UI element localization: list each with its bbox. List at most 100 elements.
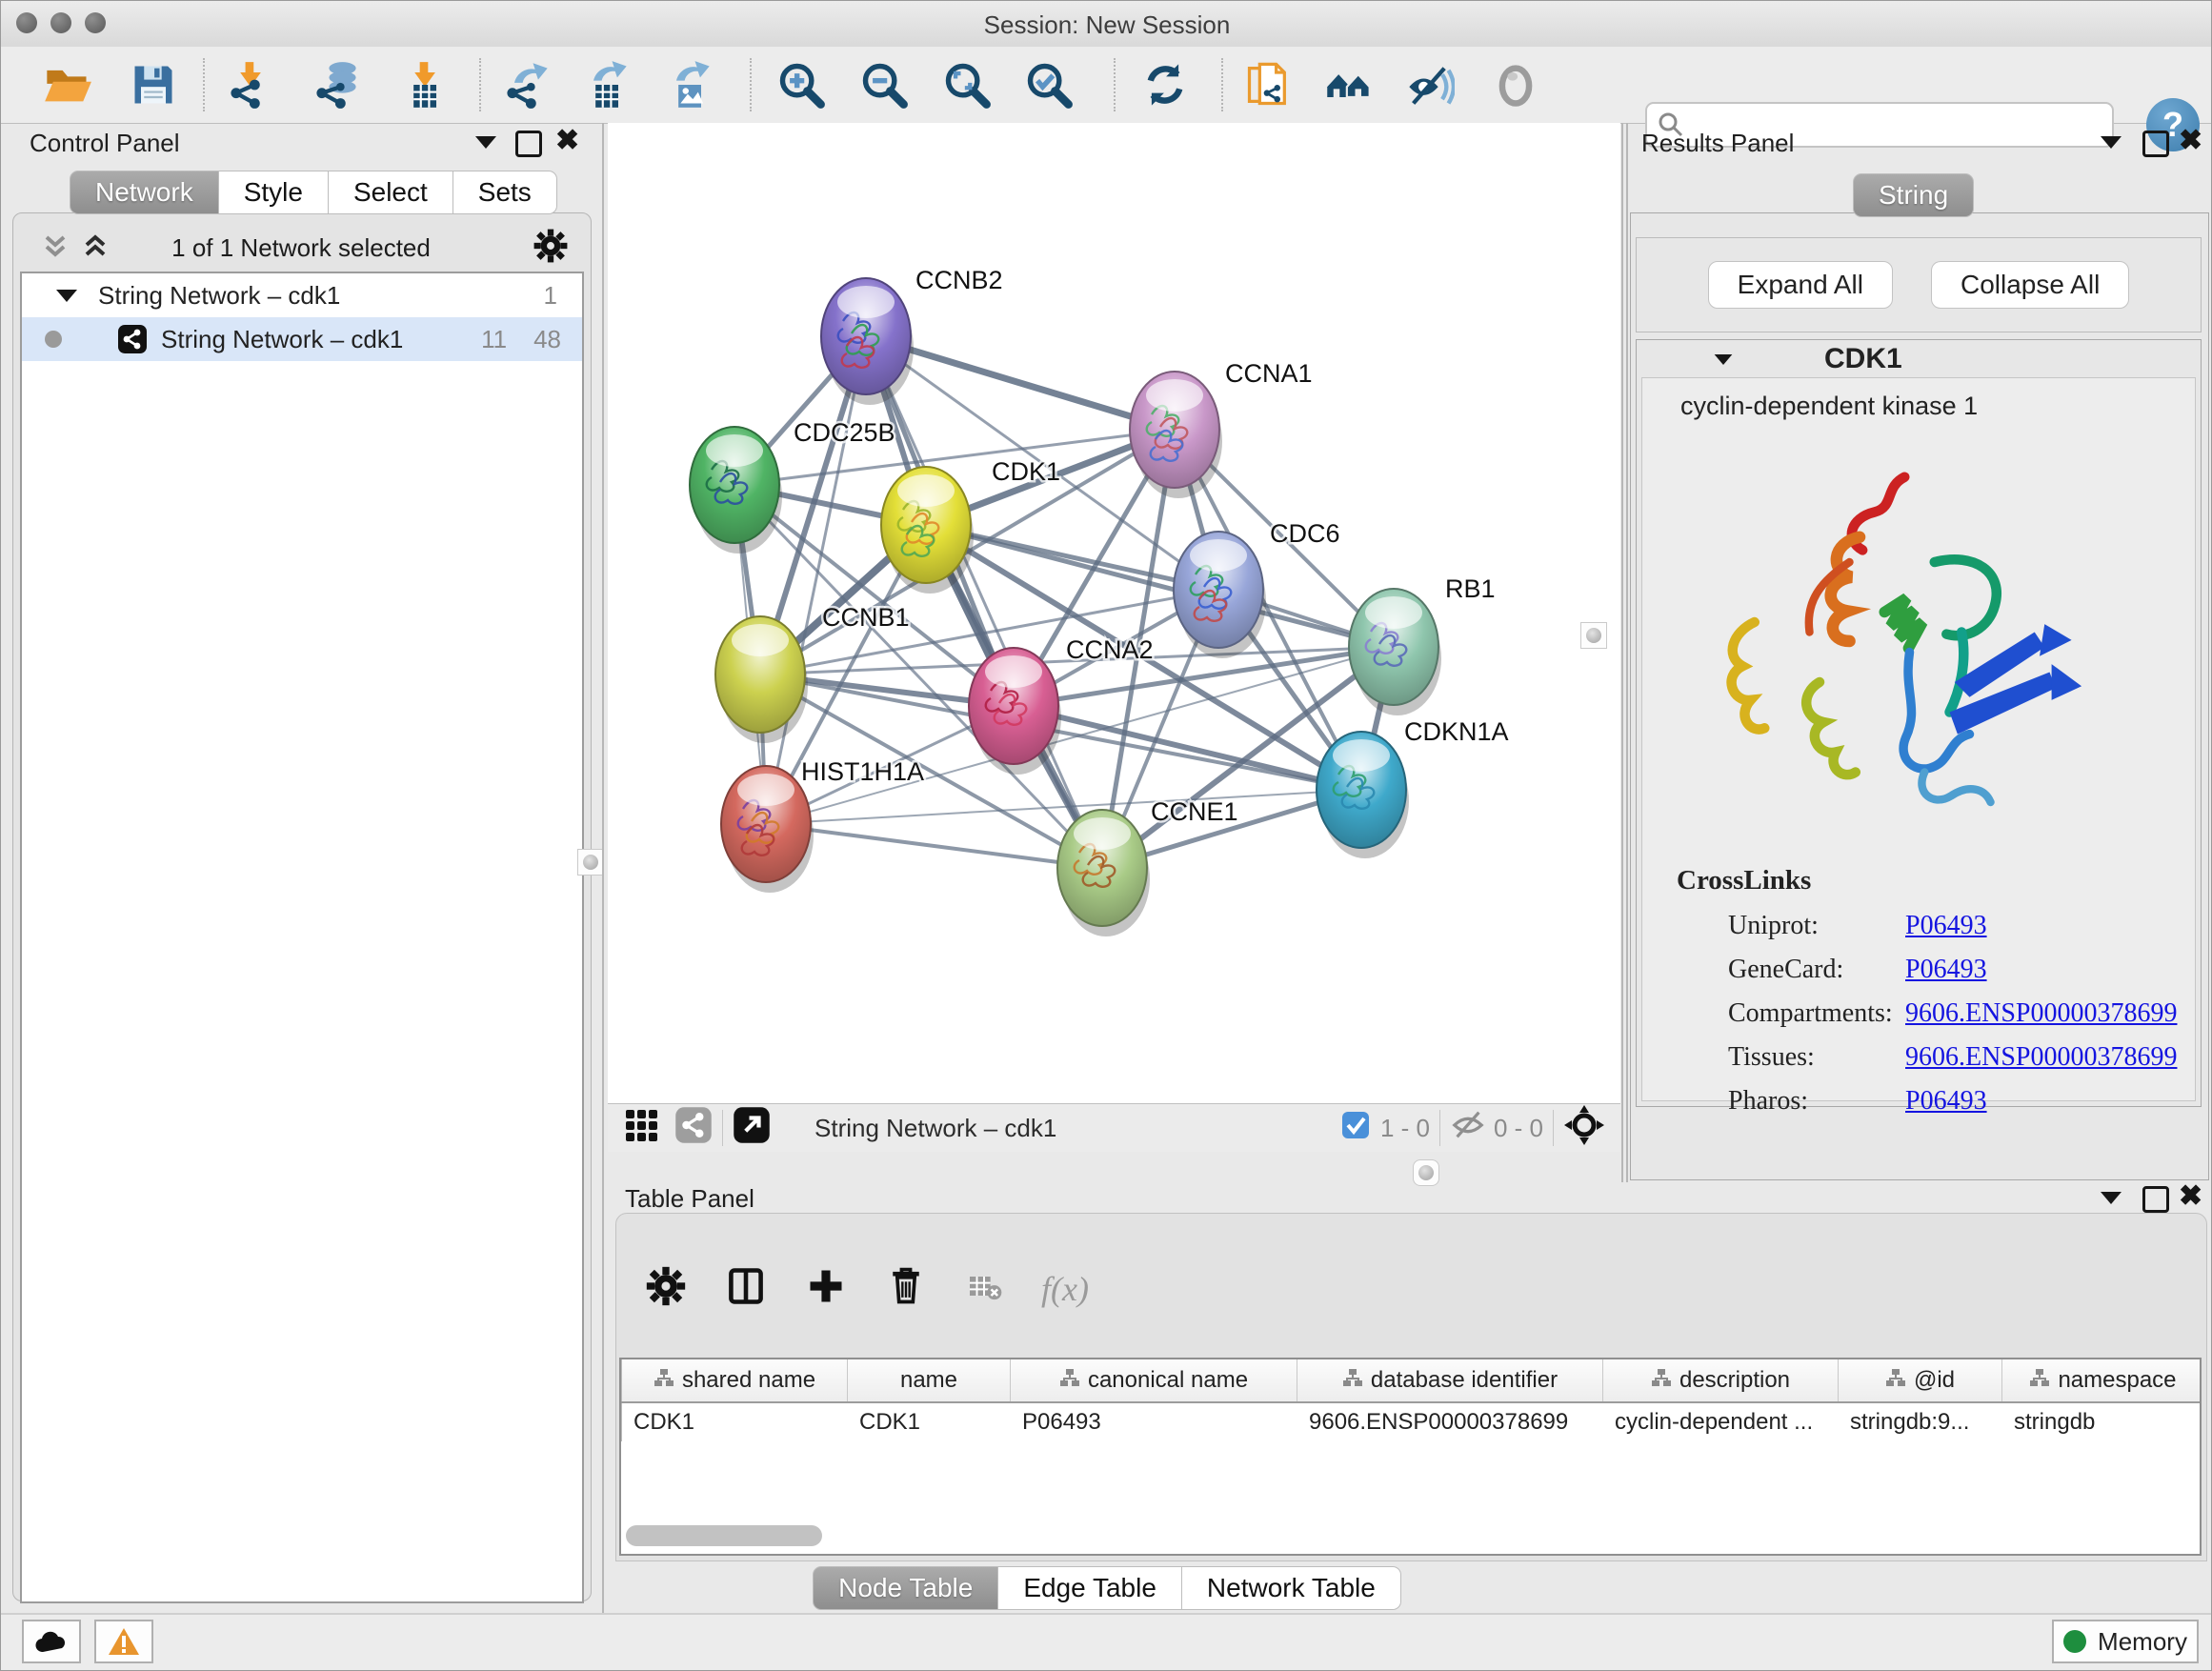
selected-nodes-checkbox[interactable] (1340, 1110, 1371, 1147)
collapse-all-button[interactable]: Collapse All (1931, 261, 2129, 309)
fit-selected-crosshair-icon[interactable] (1563, 1104, 1605, 1153)
tree-expander-icon[interactable] (56, 290, 77, 302)
zoom-out-button[interactable] (855, 56, 913, 113)
node-cdkn1a[interactable]: CDKN1A (1317, 717, 1509, 858)
cell-database-identifier[interactable]: 9606.ENSP00000378699 (1297, 1403, 1603, 1441)
tab-string[interactable]: String (1853, 173, 1974, 217)
network-collection-row[interactable]: String Network – cdk1 1 (22, 273, 582, 317)
column-header-description[interactable]: description (1603, 1359, 1839, 1401)
zoom-fit-button[interactable] (938, 56, 995, 113)
tab-style[interactable]: Style (219, 171, 329, 214)
hidden-eye-icon[interactable] (1450, 1107, 1486, 1150)
clone-network-button[interactable] (1239, 56, 1297, 113)
results-panel-menu-icon[interactable] (2101, 136, 2122, 153)
cloud-status-button[interactable] (22, 1620, 81, 1663)
cell-description[interactable]: cyclin-dependent ... (1603, 1403, 1839, 1441)
cell-canonical-name[interactable]: P06493 (1011, 1403, 1297, 1441)
add-column-icon[interactable] (805, 1265, 847, 1312)
column-header-name[interactable]: name (848, 1359, 1011, 1401)
crosslink-link[interactable]: 9606.ENSP00000378699 (1905, 1042, 2177, 1073)
control-panel-tabs: NetworkStyleSelectSets (70, 171, 557, 214)
delete-column-icon[interactable] (885, 1265, 927, 1312)
export-table-button[interactable] (577, 56, 634, 113)
crosslink-row: Uniprot:P06493 (1642, 904, 2195, 948)
crosslink-link[interactable]: P06493 (1905, 911, 1987, 941)
edge-ccnb2-ccne1[interactable] (866, 336, 1102, 868)
table-hscrollbar-thumb[interactable] (626, 1525, 822, 1546)
birdseye-grid-icon[interactable] (623, 1106, 661, 1151)
hide-selected-button[interactable] (1401, 56, 1458, 113)
open-in-window-icon[interactable] (733, 1106, 771, 1151)
edge-hist1h1a-ccne1[interactable] (766, 824, 1102, 868)
control-panel-float-icon[interactable] (515, 131, 542, 162)
table-settings-gear-icon[interactable] (645, 1265, 687, 1312)
network-tree: String Network – cdk1 1 String Network –… (20, 272, 584, 1603)
edge-ccnb2-hist1h1a[interactable] (766, 336, 866, 824)
node-cdc25b[interactable]: CDC25B (690, 418, 895, 554)
import-network-database-button[interactable] (308, 56, 365, 113)
import-database-icon (312, 60, 361, 110)
expand-all-networks-icon[interactable] (39, 230, 71, 267)
right-splitter-handle[interactable] (1580, 622, 1607, 649)
export-image-icon (664, 60, 714, 110)
import-network-file-button[interactable] (222, 56, 279, 113)
node-ccnb2[interactable]: CCNB2 (821, 266, 1003, 405)
results-panel-close-icon[interactable]: ✖ (2179, 131, 2202, 151)
column-header-namespace[interactable]: namespace (2002, 1359, 2202, 1401)
export-network-button[interactable] (498, 56, 555, 113)
crosslink-link[interactable]: P06493 (1905, 1086, 1987, 1117)
column-header-database-identifier[interactable]: database identifier (1297, 1359, 1603, 1401)
network-share-icon[interactable] (674, 1106, 713, 1151)
crosslink-link[interactable]: 9606.ENSP00000378699 (1905, 998, 2177, 1029)
open-session-button[interactable] (39, 56, 96, 113)
function-builder-icon[interactable]: f(x) (1041, 1269, 1089, 1309)
cell-namespace[interactable]: stringdb (2002, 1403, 2202, 1441)
zoom-selected-button[interactable] (1020, 56, 1077, 113)
export-image-button[interactable] (660, 56, 717, 113)
table-row[interactable]: CDK1CDK1P064939606.ENSP00000378699cyclin… (621, 1403, 2200, 1441)
cell-name[interactable]: CDK1 (848, 1403, 1011, 1441)
control-panel-close-icon[interactable]: ✖ (555, 131, 579, 151)
node-ccna2[interactable]: CCNA2 (969, 635, 1154, 775)
zoom-selected-icon (1024, 60, 1074, 110)
network-options-gear-icon[interactable] (533, 228, 569, 269)
node-label-hist1h1a: HIST1H1A (801, 757, 924, 786)
network-row[interactable]: String Network – cdk1 11 48 (22, 317, 582, 361)
first-neighbors-button[interactable] (1320, 56, 1377, 113)
memory-button[interactable]: Memory (2052, 1620, 2199, 1663)
zoom-in-button[interactable] (773, 56, 830, 113)
node-hist1h1a[interactable]: HIST1H1A (721, 757, 924, 893)
column-header--id[interactable]: @id (1839, 1359, 2002, 1401)
results-panel-float-icon[interactable] (2142, 131, 2169, 162)
show-graphics-button[interactable] (1487, 56, 1544, 113)
import-table-button[interactable] (395, 56, 452, 113)
tab-edge-table[interactable]: Edge Table (998, 1566, 1182, 1610)
tab-network[interactable]: Network (70, 171, 219, 214)
card-collapse-icon[interactable] (1715, 353, 1733, 364)
node-ccne1[interactable]: CCNE1 (1057, 797, 1238, 936)
save-session-button[interactable] (125, 56, 182, 113)
table-panel-menu-icon[interactable] (2101, 1192, 2122, 1209)
node-rb1[interactable]: RB1 (1349, 574, 1496, 715)
control-panel-menu-icon[interactable] (475, 136, 496, 153)
refresh-view-button[interactable] (1136, 56, 1194, 113)
tab-network-table[interactable]: Network Table (1182, 1566, 1401, 1610)
horizontal-splitter-handle[interactable] (1413, 1159, 1439, 1186)
crosslink-link[interactable]: P06493 (1905, 955, 1987, 985)
expand-all-button[interactable]: Expand All (1708, 261, 1893, 309)
tab-node-table[interactable]: Node Table (813, 1566, 998, 1610)
cell--id[interactable]: stringdb:9... (1839, 1403, 2002, 1441)
network-canvas[interactable]: CCNB2CCNA1CDC25BCDK1CDC6RB1CCNB1CCNA2CDK… (608, 123, 1620, 1103)
column-header-canonical-name[interactable]: canonical name (1011, 1359, 1297, 1401)
column-header-shared-name[interactable]: shared name (622, 1359, 848, 1401)
table-panel-close-icon[interactable]: ✖ (2179, 1186, 2202, 1207)
tab-sets[interactable]: Sets (453, 171, 557, 214)
show-columns-icon[interactable] (725, 1265, 767, 1312)
left-splitter-handle[interactable] (577, 849, 604, 876)
collapse-all-networks-icon[interactable] (79, 230, 111, 267)
node-cdc6[interactable]: CDC6 (1174, 519, 1340, 658)
delete-table-icon[interactable] (965, 1267, 1003, 1310)
tab-select[interactable]: Select (329, 171, 453, 214)
cell-shared-name[interactable]: CDK1 (622, 1403, 848, 1441)
warning-status-button[interactable] (94, 1620, 153, 1663)
